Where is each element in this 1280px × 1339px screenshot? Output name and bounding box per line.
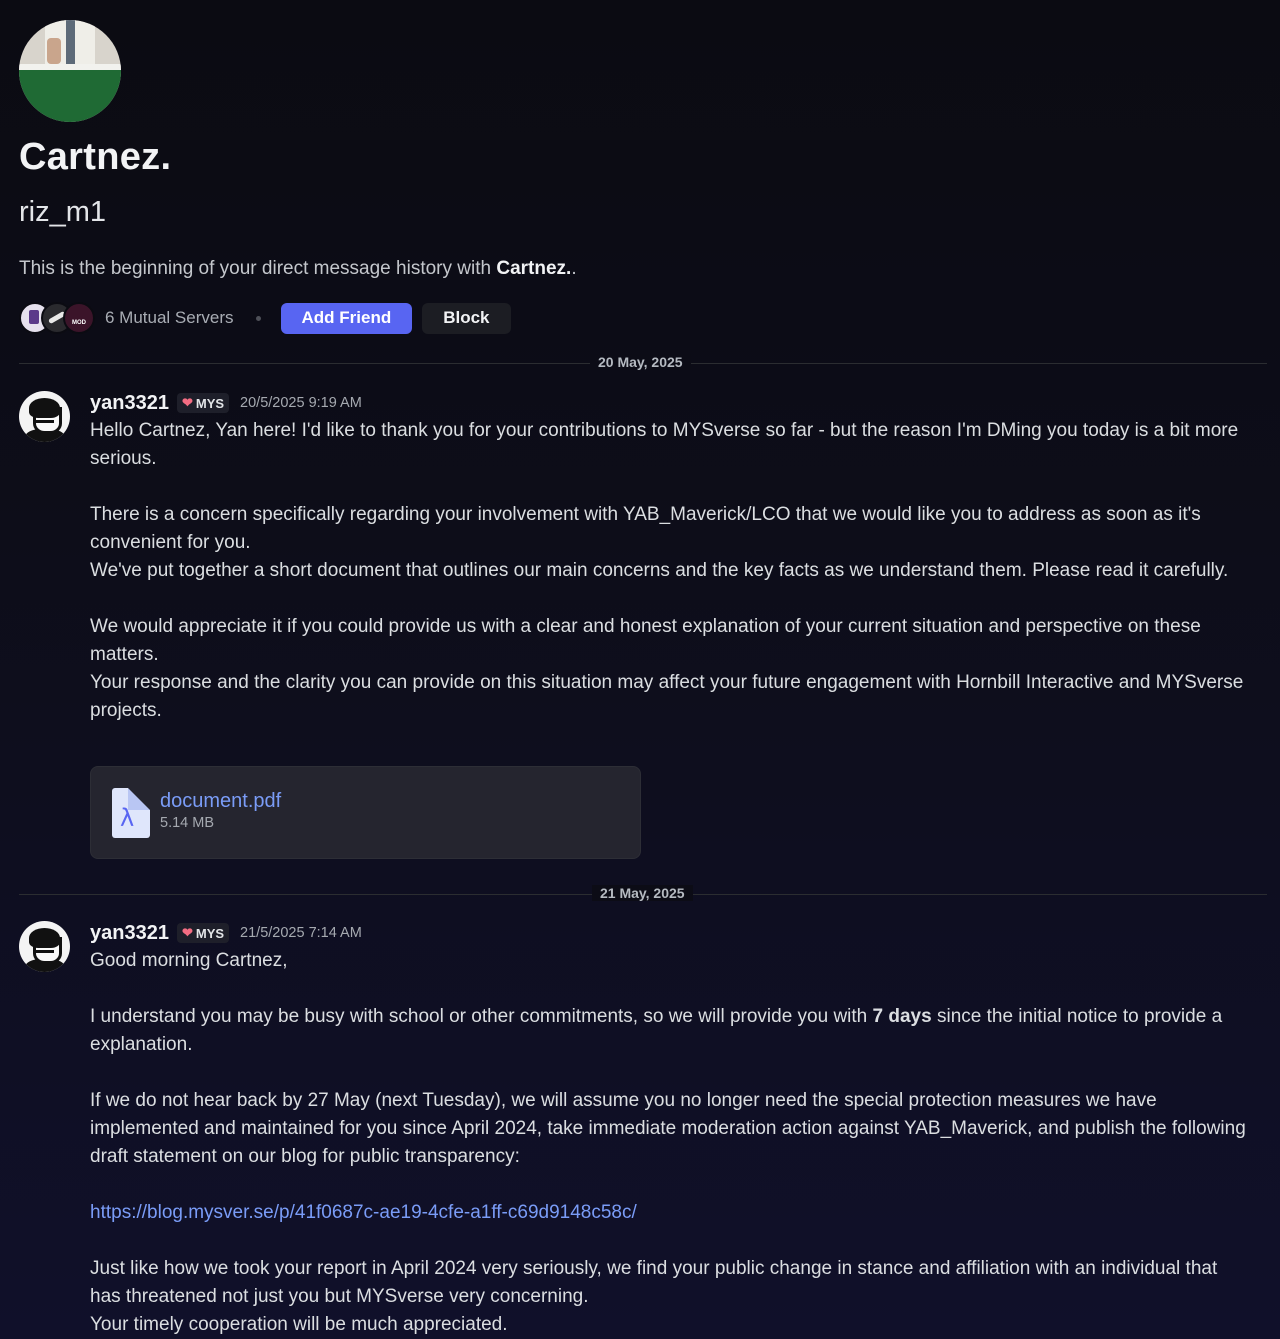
attachment-file-name[interactable]: document.pdf xyxy=(160,790,281,813)
pdf-file-icon: λ xyxy=(112,788,150,838)
server-tag-badge[interactable]: ❤ MYS xyxy=(176,923,230,943)
dm-intro-prefix: This is the beginning of your direct mes… xyxy=(19,258,497,279)
add-friend-button[interactable]: Add Friend xyxy=(280,302,413,334)
message-line: Your timely cooperation will be much app… xyxy=(90,1314,508,1335)
message-link-line: https://blog.mysver.se/p/41f0687c-ae19-4… xyxy=(90,1199,1250,1227)
server-tag-label: MYS xyxy=(195,925,225,941)
server-tag-badge[interactable]: ❤ MYS xyxy=(176,393,230,413)
message-author[interactable]: yan3321 xyxy=(90,922,169,945)
date-divider-label-wrap: 20 May, 2025 xyxy=(590,354,691,372)
dm-intro-name: Cartnez. xyxy=(496,258,572,279)
profile-display-name: Cartnez. xyxy=(19,136,172,178)
server-tag-label: MYS xyxy=(195,395,225,411)
message-line: If we do not hear back by 27 May (next T… xyxy=(90,1090,1246,1167)
date-divider-label-wrap: 21 May, 2025 xyxy=(592,885,693,903)
message-line: There is a concern specifically regardin… xyxy=(90,504,1201,553)
message-timestamp: 20/5/2025 9:19 AM xyxy=(240,395,362,411)
message-line: Hello Cartnez, Yan here! I'd like to tha… xyxy=(90,420,1239,469)
separator-dot xyxy=(255,315,261,321)
message-header: yan3321 ❤ MYS 21/5/2025 7:14 AM xyxy=(90,920,362,946)
dm-intro-suffix: . xyxy=(571,258,577,279)
message-author[interactable]: yan3321 xyxy=(90,392,169,415)
message-line: Just like how we took your report in Apr… xyxy=(90,1258,1218,1307)
message-line: I understand you may be busy with school… xyxy=(90,1003,1250,1059)
mutual-server-icon-text: MOD xyxy=(72,319,86,326)
mutual-servers-link[interactable]: 6 Mutual Servers xyxy=(105,308,234,328)
attachment-file-size: 5.14 MB xyxy=(160,815,214,831)
date-divider-label: 20 May, 2025 xyxy=(590,354,691,370)
mutual-server-icon[interactable]: MOD xyxy=(63,302,95,334)
profile-avatar[interactable] xyxy=(19,20,121,122)
mutual-servers-row: MOD 6 Mutual Servers Add Friend Block xyxy=(19,302,511,334)
message-header: yan3321 ❤ MYS 20/5/2025 9:19 AM xyxy=(90,390,362,416)
date-divider-label: 21 May, 2025 xyxy=(592,885,693,901)
profile-username: riz_m1 xyxy=(19,196,107,228)
message-content: Hello Cartnez, Yan here! I'd like to tha… xyxy=(90,417,1250,725)
message-timestamp: 21/5/2025 7:14 AM xyxy=(240,925,362,941)
heart-icon: ❤ xyxy=(181,395,193,410)
message-line: Your response and the clarity you can pr… xyxy=(90,672,1244,721)
message-avatar[interactable] xyxy=(19,921,70,972)
message-line: We would appreciate it if you could prov… xyxy=(90,616,1201,665)
message-content: Good morning Cartnez, I understand you m… xyxy=(90,947,1250,1339)
blog-draft-link[interactable]: https://blog.mysver.se/p/41f0687c-ae19-4… xyxy=(90,1202,637,1223)
heart-icon: ❤ xyxy=(181,925,193,940)
message-avatar[interactable] xyxy=(19,391,70,442)
message-bold-text: 7 days xyxy=(872,1006,932,1027)
message-line: Good morning Cartnez, xyxy=(90,950,288,971)
file-attachment[interactable]: λ document.pdf 5.14 MB xyxy=(90,766,641,859)
dm-intro-text: This is the beginning of your direct mes… xyxy=(19,258,577,280)
message-line: We've put together a short document that… xyxy=(90,560,1229,581)
message-text: I understand you may be busy with school… xyxy=(90,1006,873,1027)
block-button[interactable]: Block xyxy=(422,302,511,334)
